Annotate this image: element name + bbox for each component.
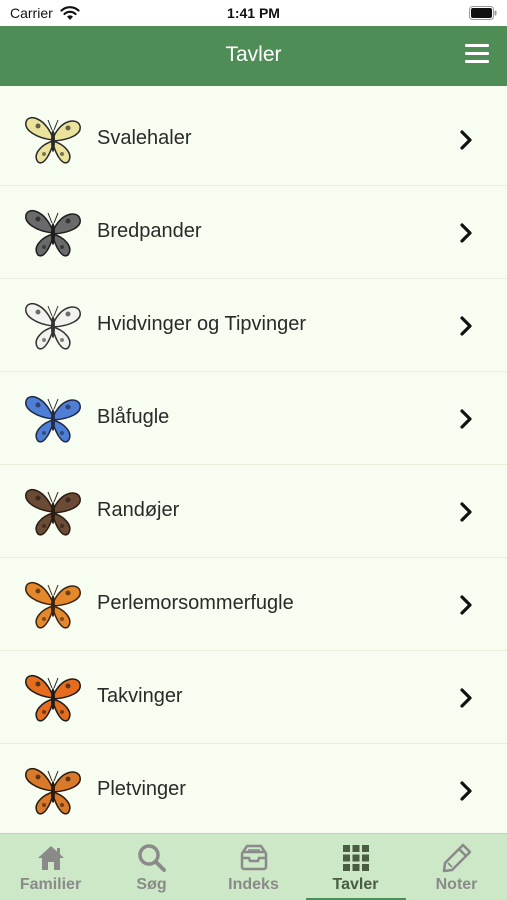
chevron-right-icon <box>460 595 472 615</box>
tab-label: Indeks <box>228 876 279 893</box>
list-item[interactable]: Perlemorsommerfugle <box>0 558 507 651</box>
butterfly-thumbnail-icon <box>25 488 81 536</box>
navigation-bar: Tavler <box>0 26 507 86</box>
list-item[interactable]: Svalehaler <box>0 93 507 186</box>
list-item-label: Hvidvinger og Tipvinger <box>97 313 306 335</box>
butterfly-thumbnail-icon <box>25 395 81 443</box>
tab-bar: Familier Søg Indeks Tavler Noter <box>0 833 507 900</box>
status-bar: Carrier 1:41 PM <box>0 0 507 26</box>
list-item-label: Blåfugle <box>97 406 170 428</box>
grid-icon <box>343 845 369 871</box>
chevron-right-icon <box>460 409 472 429</box>
chevron-right-icon <box>460 223 472 243</box>
chevron-right-icon <box>460 502 472 522</box>
plates-list: Svalehaler Bredpander Hvidvinger og Tipvin… <box>0 93 507 837</box>
pencil-icon <box>442 843 472 873</box>
tab-familier[interactable]: Familier <box>0 834 101 900</box>
list-item-label: Svalehaler <box>97 127 192 149</box>
list-item-label: Perlemorsommerfugle <box>97 592 294 614</box>
list-item-label: Randøjer <box>97 499 180 521</box>
archive-icon <box>240 844 268 871</box>
list-item-label: Takvinger <box>97 685 183 707</box>
butterfly-thumbnail-icon <box>25 302 81 350</box>
home-icon <box>38 846 64 870</box>
tab-label: Søg <box>136 876 167 893</box>
tab-sog[interactable]: Søg <box>101 834 202 900</box>
butterfly-thumbnail-icon <box>25 674 81 722</box>
list-item[interactable]: Takvinger <box>0 651 507 744</box>
battery-icon <box>469 6 497 20</box>
tab-noter[interactable]: Noter <box>406 834 507 900</box>
butterfly-thumbnail-icon <box>25 209 81 257</box>
list-item[interactable]: Hvidvinger og Tipvinger <box>0 279 507 372</box>
tab-label: Tavler <box>332 876 379 893</box>
list-item-label: Bredpander <box>97 220 202 242</box>
list-item[interactable]: Bredpander <box>0 186 507 279</box>
tab-indeks[interactable]: Indeks <box>203 834 304 900</box>
tab-tavler[interactable]: Tavler <box>305 834 406 900</box>
chevron-right-icon <box>460 130 472 150</box>
search-icon <box>138 844 166 872</box>
chevron-right-icon <box>460 316 472 336</box>
chevron-right-icon <box>460 781 472 801</box>
hamburger-menu-icon[interactable] <box>465 44 489 66</box>
chevron-right-icon <box>460 688 472 708</box>
butterfly-thumbnail-icon <box>25 767 81 815</box>
page-title: Tavler <box>225 43 282 66</box>
list-item-label: Pletvinger <box>97 778 186 800</box>
butterfly-thumbnail-icon <box>25 116 81 164</box>
tab-label: Familier <box>19 876 82 893</box>
clock: 1:41 PM <box>227 5 280 21</box>
list-item[interactable]: Randøjer <box>0 465 507 558</box>
list-item[interactable]: Pletvinger <box>0 744 507 837</box>
list-item[interactable]: Blåfugle <box>0 372 507 465</box>
butterfly-thumbnail-icon <box>25 581 81 629</box>
tab-label: Noter <box>435 876 478 893</box>
